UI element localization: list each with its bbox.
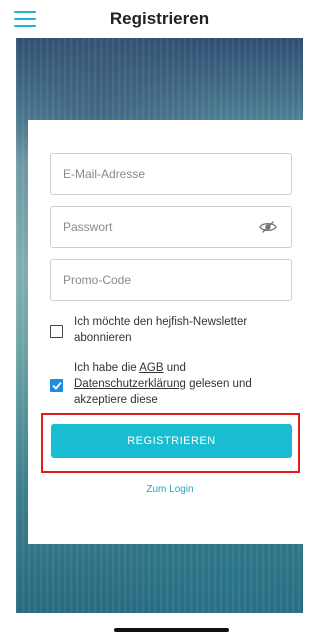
terms-row: Ich habe die AGB und Datenschutzerklärun… (50, 360, 300, 408)
checkmark-icon (51, 381, 62, 390)
terms-label: Ich habe die AGB und Datenschutzerklärun… (74, 360, 282, 408)
newsletter-checkbox[interactable] (50, 325, 63, 338)
register-button[interactable]: REGISTRIEREN (51, 424, 292, 458)
promo-code-input[interactable] (63, 260, 291, 300)
home-indicator (114, 628, 229, 632)
app-header: Registrieren (0, 0, 319, 38)
privacy-link[interactable]: Datenschutzerklärung (74, 378, 186, 390)
agb-link[interactable]: AGB (139, 362, 163, 374)
page-title: Registrieren (109, 9, 210, 28)
newsletter-row: Ich möchte den hejfish-Newsletter abonni… (50, 314, 300, 346)
password-input[interactable] (63, 207, 291, 247)
email-field[interactable] (50, 153, 292, 195)
newsletter-label: Ich möchte den hejfish-Newsletter abonni… (74, 316, 248, 344)
password-field[interactable] (50, 206, 292, 248)
email-input[interactable] (63, 154, 291, 194)
login-link[interactable]: Zum Login (28, 484, 312, 495)
terms-checkbox[interactable] (50, 379, 63, 392)
registration-card: Ich möchte den hejfish-Newsletter abonni… (28, 120, 312, 544)
terms-and: und (163, 362, 186, 374)
promo-code-field[interactable] (50, 259, 292, 301)
terms-prefix: Ich habe die (74, 362, 140, 374)
hamburger-menu-icon[interactable] (14, 11, 36, 27)
eye-slash-icon[interactable] (259, 220, 277, 234)
